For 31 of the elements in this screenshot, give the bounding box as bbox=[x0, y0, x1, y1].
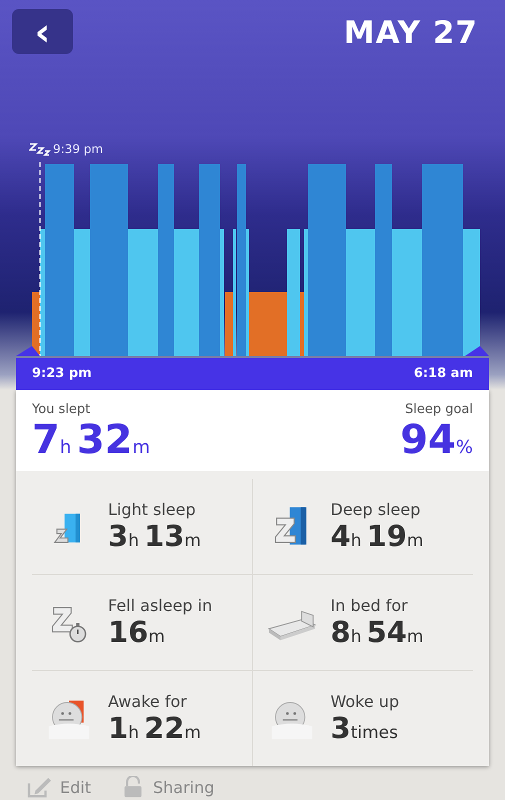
awake-bar bbox=[300, 292, 304, 356]
date-title: MAY 27 bbox=[344, 15, 478, 51]
stat-label: Light sleep bbox=[108, 500, 197, 519]
back-button[interactable]: ‹ bbox=[12, 9, 73, 54]
stat-value: 1h 22 m bbox=[108, 711, 201, 745]
stat-label: Woke up bbox=[330, 692, 400, 711]
stat-value: 16m bbox=[108, 615, 166, 649]
sharing-button[interactable]: Sharing bbox=[118, 776, 214, 798]
awake-bar bbox=[225, 292, 233, 356]
stat-value: 3times bbox=[330, 711, 399, 745]
stat-label: Awake for bbox=[108, 692, 188, 711]
stat-value: 3 h 13m bbox=[108, 519, 201, 553]
edit-button[interactable]: Edit bbox=[26, 776, 91, 798]
slept-label: You slept bbox=[32, 402, 92, 417]
stat-value: 4h 19m bbox=[330, 519, 424, 553]
zzz-icon bbox=[29, 142, 51, 156]
edit-icon bbox=[26, 776, 54, 798]
stat-label: Deep sleep bbox=[330, 500, 422, 519]
awake-bar bbox=[32, 292, 40, 356]
goal-value: 94% bbox=[400, 417, 473, 463]
goal-label: Sleep goal bbox=[404, 402, 473, 417]
awake-bar bbox=[249, 292, 287, 356]
stat-label: In bed for bbox=[330, 596, 409, 615]
stat-label: Fell asleep in bbox=[108, 596, 212, 615]
slept-value: 7 h 32 m bbox=[32, 417, 150, 463]
stat-value: 8h 54m bbox=[330, 615, 424, 649]
start-time: 9:23 pm bbox=[32, 366, 92, 382]
timebar-corner bbox=[465, 346, 489, 356]
end-time: 6:18 am bbox=[414, 366, 473, 382]
sleep-onset-time: 9:39 pm bbox=[53, 142, 104, 156]
timebar-corner bbox=[16, 346, 40, 356]
